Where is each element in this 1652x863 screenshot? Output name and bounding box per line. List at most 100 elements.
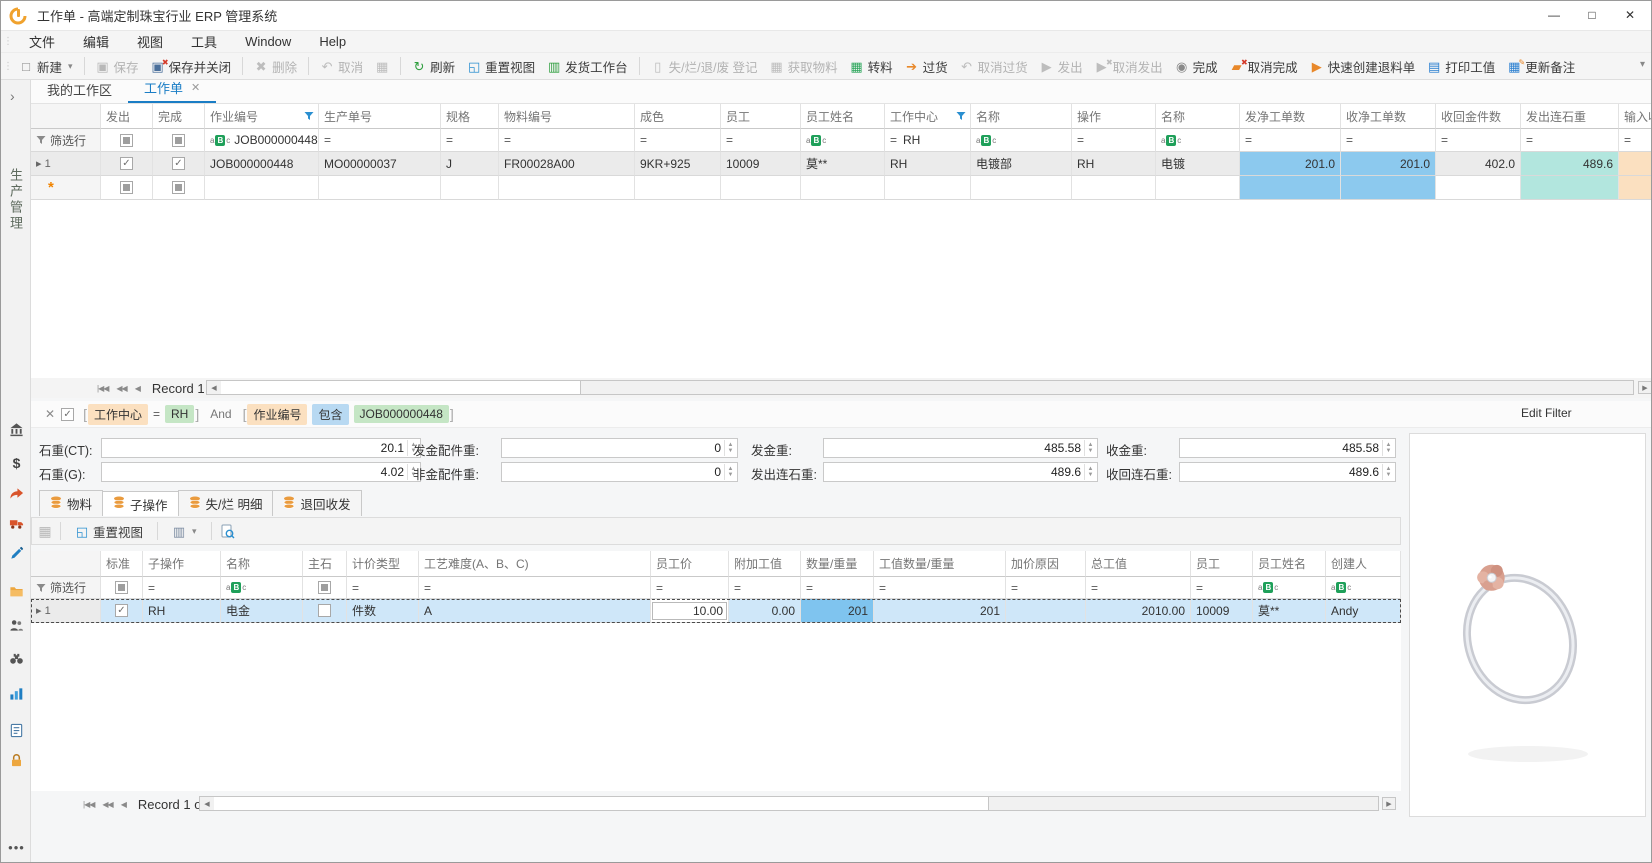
detail-tab-2[interactable]: 失/烂 明细: [178, 490, 274, 516]
toolbar-transfer-material-button[interactable]: ▦转料: [844, 55, 899, 78]
filter-cell[interactable]: aBc: [971, 129, 1072, 152]
toolbar-get-material-button[interactable]: ▦获取物料: [764, 55, 844, 78]
table-cell[interactable]: [441, 176, 499, 200]
nav-prev-page-button[interactable]: ◀◀: [112, 384, 130, 393]
spinner-arrows-icon[interactable]: ▲▼: [1084, 464, 1096, 480]
summary-field[interactable]: 0▲▼: [501, 438, 738, 458]
nav-first-button[interactable]: |◀◀: [93, 384, 112, 393]
summary-field[interactable]: 489.6▲▼: [1179, 462, 1396, 482]
column-header[interactable]: 工艺难度(A、B、C): [419, 551, 651, 577]
column-header[interactable]: 名称: [971, 104, 1072, 129]
filter-cell[interactable]: =: [1436, 129, 1521, 152]
table-cell[interactable]: [499, 176, 635, 200]
toolbar-paste-button[interactable]: ▦: [369, 58, 395, 75]
filter-field-chip[interactable]: 作业编号: [247, 404, 307, 425]
nav-first-button[interactable]: |◀◀: [79, 800, 98, 809]
menu-window[interactable]: Window: [231, 31, 305, 53]
table-cell[interactable]: [153, 152, 205, 176]
toolbar-cancel-pass-button[interactable]: ↶取消过货: [954, 55, 1034, 78]
column-header[interactable]: 成色: [635, 104, 721, 129]
table-cell[interactable]: J: [441, 152, 499, 176]
table-cell[interactable]: 莫**: [1253, 599, 1326, 623]
toolbar-quick-return-button[interactable]: ▶快速创建退料单: [1304, 55, 1422, 78]
column-header[interactable]: 子操作: [143, 551, 221, 577]
column-header[interactable]: 加价原因: [1006, 551, 1086, 577]
table-cell[interactable]: [101, 152, 153, 176]
toolbar-register-loss-button[interactable]: ▯失/烂/退/废 登记: [645, 55, 764, 78]
scroll-left-icon[interactable]: ◀: [200, 797, 214, 810]
table-cell[interactable]: MO00000037: [319, 152, 441, 176]
column-header[interactable]: 数量/重量: [801, 551, 874, 577]
filter-row-indicator[interactable]: 筛选行: [31, 577, 101, 599]
sidebar-lock-icon[interactable]: [8, 752, 25, 769]
table-cell[interactable]: 莫**: [801, 152, 885, 176]
table-cell[interactable]: RH: [143, 599, 221, 623]
filter-cell[interactable]: [101, 577, 143, 599]
filter-cell[interactable]: aBcJOB000000448: [205, 129, 319, 152]
spinner-arrows-icon[interactable]: ▲▼: [1382, 440, 1394, 456]
table-cell[interactable]: 0.00: [729, 599, 801, 623]
filter-value-chip[interactable]: RH: [165, 405, 194, 423]
table-cell[interactable]: 201.0: [1240, 152, 1341, 176]
table-cell[interactable]: 件数: [347, 599, 419, 623]
table-cell[interactable]: [303, 599, 347, 623]
sidebar-people-icon[interactable]: [8, 617, 25, 634]
column-header[interactable]: 创建人: [1326, 551, 1401, 577]
row-indicator[interactable]: ▸ 1: [31, 152, 101, 176]
summary-field[interactable]: 0▲▼: [501, 462, 738, 482]
scrollbar-thumb[interactable]: [221, 381, 581, 394]
filter-cell[interactable]: aBc: [1156, 129, 1240, 152]
table-cell[interactable]: [971, 176, 1072, 200]
table-row[interactable]: *: [31, 176, 1652, 200]
detail-tab-0[interactable]: 物料: [39, 490, 103, 516]
filter-cell[interactable]: =: [1619, 129, 1652, 152]
sidebar-binoculars-icon[interactable]: [8, 651, 25, 668]
table-cell[interactable]: 489.6: [1521, 152, 1619, 176]
sidebar-module-label[interactable]: 生产管理: [6, 168, 25, 232]
column-header[interactable]: 发出连石重: [1521, 104, 1619, 129]
sidebar-dollar-icon[interactable]: $: [8, 454, 25, 471]
detail-reset-view-button[interactable]: ◱ 重置视图: [69, 520, 149, 543]
sidebar-ellipsis-icon[interactable]: •••: [8, 839, 25, 856]
summary-field[interactable]: 485.58▲▼: [823, 438, 1098, 458]
toolbar-overflow-icon[interactable]: ▾: [1640, 59, 1645, 70]
filter-cell[interactable]: =: [651, 577, 729, 599]
nav-prev-button[interactable]: ◀: [131, 384, 144, 393]
menu-view[interactable]: 视图: [123, 31, 177, 53]
table-row[interactable]: ▸ 1JOB000000448MO00000037JFR00028A009KR+…: [31, 152, 1652, 176]
column-header[interactable]: 名称: [221, 551, 303, 577]
filter-cell[interactable]: [153, 129, 205, 152]
table-cell[interactable]: 201.0: [1341, 152, 1436, 176]
column-header[interactable]: 计价类型: [347, 551, 419, 577]
toolbar-print-value-button[interactable]: ▤打印工值: [1421, 55, 1501, 78]
menu-file[interactable]: 文件: [15, 31, 69, 53]
detail-tab-1[interactable]: 子操作: [102, 491, 179, 516]
nav-prev-button[interactable]: ◀: [117, 800, 130, 809]
toolbar-cancel-complete-button[interactable]: ▰✖取消完成: [1224, 55, 1304, 78]
table-cell[interactable]: [1006, 599, 1086, 623]
row-indicator[interactable]: ▸ 1: [31, 599, 101, 623]
filter-cell[interactable]: aBc: [221, 577, 303, 599]
table-cell[interactable]: [1156, 176, 1240, 200]
menu-tools[interactable]: 工具: [177, 31, 231, 53]
column-header[interactable]: 员工姓名: [1253, 551, 1326, 577]
filter-conjunction[interactable]: And: [210, 407, 231, 421]
filter-cell[interactable]: =: [721, 129, 801, 152]
tab-close-icon[interactable]: ✕: [191, 81, 200, 94]
column-header[interactable]: 附加工值: [729, 551, 801, 577]
table-cell[interactable]: [1619, 152, 1652, 176]
scroll-right-icon[interactable]: ▶: [1382, 797, 1396, 810]
table-cell[interactable]: [1521, 176, 1619, 200]
toolbar-cancel-send-button[interactable]: ▶✖取消发出: [1089, 55, 1169, 78]
filter-cell[interactable]: =: [441, 129, 499, 152]
maximize-button[interactable]: □: [1573, 1, 1611, 29]
sidebar-truck-icon[interactable]: [8, 515, 25, 532]
toolbar-send-out-button[interactable]: ▶发出: [1034, 55, 1089, 78]
table-cell[interactable]: [1436, 176, 1521, 200]
editable-cell-value[interactable]: 10.00: [652, 602, 727, 620]
table-cell[interactable]: [885, 176, 971, 200]
spinner-arrows-icon[interactable]: ▲▼: [1084, 440, 1096, 456]
layout-options-button[interactable]: ▥ ▾: [166, 523, 203, 540]
scroll-left-icon[interactable]: ◀: [207, 381, 221, 394]
scroll-right-icon[interactable]: ▶: [1638, 381, 1652, 394]
